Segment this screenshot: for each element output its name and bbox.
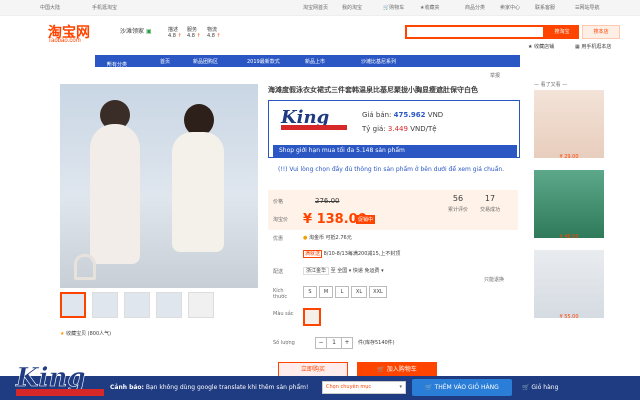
svg-text:King: King <box>15 363 86 393</box>
star-icon: ★ <box>528 44 533 50</box>
now-price-label: 淘宝价 <box>273 217 289 223</box>
delivery-info[interactable]: 浙江金华 至 全国 ▾ 快递 免运费 ▾ <box>303 267 384 275</box>
category-select[interactable]: Chọn chuyên mục ▾ <box>322 381 406 394</box>
related-price-3: ¥ 55.00 <box>559 314 579 320</box>
stock-info: 件(库存5140件) <box>358 340 395 346</box>
color-label: Màu sắc <box>273 311 294 317</box>
related-product-3[interactable] <box>534 250 604 318</box>
search-input[interactable] <box>405 25 545 39</box>
qr-icon: ▦ <box>575 44 580 50</box>
chevron-down-icon: ▾ <box>107 61 110 67</box>
svg-text:King: King <box>280 107 329 128</box>
size-xl-button[interactable]: XL <box>351 286 367 298</box>
shop-navbar: 所有分类 ▾ 首页 新品团购区 2019最新款式 新品上市 沙滩比基尼系列 <box>95 55 520 68</box>
cart-icon: 🛒 <box>522 384 530 391</box>
coin-icon: ● <box>303 235 308 241</box>
taobao-logo-sub: Taobao.com <box>48 38 81 44</box>
related-product-2[interactable] <box>534 170 604 238</box>
shop-name[interactable]: 沙滩领家 ▣ <box>120 26 152 35</box>
cart-top-link[interactable]: 🛒购物车 <box>383 4 404 11</box>
collect-link[interactable]: ★ 收藏宝贝 (800人气) <box>60 330 111 337</box>
exchange-rate: Tỷ giá: 3.449 VND/Tệ <box>362 125 437 133</box>
price-vnd: Giá bán: 475.962 VND <box>362 111 444 119</box>
size-m-button[interactable]: M <box>319 286 333 298</box>
king-price-panel: King Giá bán: 475.962 VND Tỷ giá: 3.449 … <box>268 100 520 158</box>
nav-home[interactable]: 首页 <box>160 58 170 65</box>
model-right <box>172 132 224 252</box>
nav-bikini[interactable]: 沙滩比基尼系列 <box>361 58 396 65</box>
king-logistics-logo: King <box>280 107 347 130</box>
mobile-link[interactable]: 手机逛淘宝 <box>92 4 117 11</box>
king-logistics-logo: King <box>15 363 104 396</box>
coin-promo: ● 淘金币 可抵2.76元 <box>303 235 352 241</box>
thumbnail-2[interactable] <box>92 292 118 318</box>
rating-service: 服务 4.8 ↑ <box>187 27 201 39</box>
cart-icon: 🛒 <box>425 384 433 391</box>
product-main-image[interactable] <box>60 84 258 288</box>
color-white-swatch[interactable] <box>303 308 321 326</box>
rating-description: 描述 4.8 ↑ <box>168 27 182 39</box>
thumbnail-4[interactable] <box>156 292 182 318</box>
thumbnail-3[interactable] <box>124 292 150 318</box>
promo-tag: 满就送 <box>303 250 323 258</box>
model-left <box>90 124 140 264</box>
sales-label: 交易成功 <box>479 207 500 213</box>
shop-badge-icon: ▣ <box>145 28 152 35</box>
king-cart-link[interactable]: 🛒 Giỏ hàng <box>522 384 558 391</box>
purchase-limit: Shop giới hạn mua tối đa 5.148 sản phẩm <box>273 145 517 157</box>
return-note: 只能退换 <box>484 277 505 283</box>
size-l-button[interactable]: L <box>335 286 349 298</box>
qty-increase-button[interactable]: + <box>341 337 353 349</box>
size-xxl-button[interactable]: XXL <box>369 286 387 298</box>
promo-badge: 促销中 <box>356 215 376 224</box>
orig-price: 276.00 <box>315 197 340 205</box>
sidebar-heading: — 看了又看 — <box>534 82 568 88</box>
related-price-1: ¥ 29.00 <box>559 154 579 160</box>
qty-label: Số lượng <box>273 340 295 346</box>
report-link[interactable]: 举报 <box>490 72 500 79</box>
phone-shop-link[interactable]: ▦ 用手机逛本店 <box>575 43 611 50</box>
promo-note: 满就送 8/10-8/13每满200减15,上不封顶 <box>303 250 401 258</box>
sales-count: 17 <box>484 194 496 203</box>
star-icon: ★ <box>60 331 65 337</box>
home-link[interactable]: 淘宝网首页 <box>303 4 328 11</box>
region-link[interactable]: 中国大陆 <box>40 4 60 11</box>
nav-new-group[interactable]: 新品团购区 <box>193 58 218 65</box>
category-link[interactable]: 商品分类 <box>465 4 485 11</box>
cart-icon: 🛒 <box>377 366 385 373</box>
sitemap-link[interactable]: ☰网站导航 <box>575 4 600 11</box>
search-taobao-button[interactable]: 搜淘宝 <box>545 25 579 39</box>
translate-warning: Cảnh báo: Bạn không dùng google translat… <box>110 384 309 391</box>
top-bar: 中国大陆 手机逛淘宝 淘宝网首页 我的淘宝 🛒购物车 ★收藏夹 商品分类 卖家中… <box>0 0 640 16</box>
related-product-1[interactable] <box>534 90 604 158</box>
thumbnail-1[interactable] <box>60 292 86 318</box>
related-price-2: ¥ 48.00 <box>559 234 579 240</box>
contact-link[interactable]: 联系客服 <box>535 4 555 11</box>
nav-2019[interactable]: 2019最新款式 <box>247 58 280 65</box>
product-title: 海滩度假泳衣女裙式三件套韩温泉比基尼聚拢小胸显瘦遮肚保守白色 <box>268 86 478 94</box>
thumbnail-5[interactable] <box>188 292 214 318</box>
search-shop-button[interactable]: 搜本店 <box>582 25 620 39</box>
rating-logistics: 物流 4.8 ↑ <box>207 27 221 39</box>
chevron-down-icon: ▾ <box>399 384 402 390</box>
qty-input[interactable]: 1 <box>326 337 342 349</box>
size-label: Kích thước <box>273 288 288 300</box>
nav-new[interactable]: 新品上市 <box>305 58 325 65</box>
orig-price-label: 价格 <box>273 199 284 205</box>
promo-label: 优惠 <box>273 236 284 242</box>
add-to-king-cart-button[interactable]: 🛒 THÊM VÀO GIỎ HÀNG <box>412 379 512 396</box>
size-s-button[interactable]: S <box>303 286 317 298</box>
select-notice: (!!) Vui lòng chọn đầy đủ thông tin sản … <box>278 166 505 173</box>
mytaobao-link[interactable]: 我的淘宝 <box>342 4 362 11</box>
bag-shape <box>74 254 96 280</box>
favorites-link[interactable]: ★收藏夹 <box>420 4 440 11</box>
delivery-label: 配送 <box>273 269 284 275</box>
favorite-shop-link[interactable]: ★ 收藏店铺 <box>528 43 554 50</box>
seller-link[interactable]: 卖家中心 <box>500 4 520 11</box>
